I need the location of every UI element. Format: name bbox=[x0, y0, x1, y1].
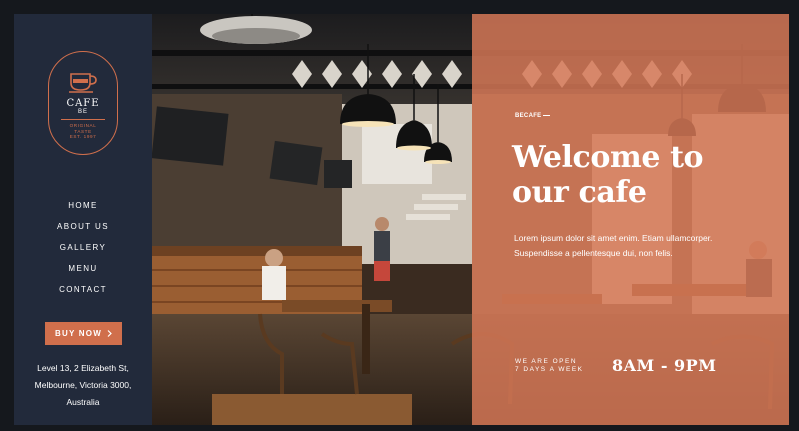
hero-headline-line-2: our cafe bbox=[512, 175, 647, 210]
hero-kicker: BECAFE bbox=[515, 113, 551, 119]
nav-item-about-us[interactable]: ABOUT US bbox=[14, 216, 152, 237]
opening-days-line-2: 7 DAYS A WEEK bbox=[515, 366, 584, 373]
address-line-3: Australia bbox=[66, 397, 100, 407]
hero-photo: BECAFE Welcome to our cafe Lorem ipsum d… bbox=[152, 14, 789, 425]
sidebar: CAFE BE ORIGINAL TASTE EST. 1997 HOME AB… bbox=[14, 14, 152, 425]
opening-days-line-1: WE ARE OPEN bbox=[515, 358, 578, 365]
hero-body: Lorem ipsum dolor sit amet enim. Etiam u… bbox=[514, 233, 713, 258]
hero-headline: Welcome to our cafe bbox=[512, 140, 722, 210]
address: Level 13, 2 Elizabeth St, Melbourne, Vic… bbox=[14, 360, 152, 411]
main-nav: HOME ABOUT US GALLERY MENU CONTACT bbox=[14, 195, 152, 300]
logo-name: CAFE bbox=[66, 98, 100, 109]
logo-tagline: ORIGINAL TASTE EST. 1997 bbox=[49, 123, 117, 140]
opening-hours: 8AM - 9PM bbox=[612, 356, 717, 375]
address-line-2: Melbourne, Victoria 3000, bbox=[34, 380, 132, 390]
site-frame: CAFE BE ORIGINAL TASTE EST. 1997 HOME AB… bbox=[14, 14, 789, 425]
opening-days: WE ARE OPEN 7 DAYS A WEEK bbox=[515, 358, 584, 374]
kicker-dash bbox=[543, 114, 551, 116]
nav-item-gallery[interactable]: GALLERY bbox=[14, 237, 152, 258]
buy-now-label: BUY NOW bbox=[55, 329, 102, 338]
logo-divider bbox=[61, 119, 105, 120]
hero-kicker-text: BECAFE bbox=[515, 113, 542, 119]
nav-item-menu[interactable]: MENU bbox=[14, 258, 152, 279]
logo-tagline-3: EST. 1997 bbox=[69, 134, 97, 139]
chevron-right-icon bbox=[107, 330, 112, 337]
cafe-logo[interactable]: CAFE BE ORIGINAL TASTE EST. 1997 bbox=[48, 51, 118, 155]
nav-item-contact[interactable]: CONTACT bbox=[14, 279, 152, 300]
address-line-1: Level 13, 2 Elizabeth St, bbox=[37, 363, 129, 373]
buy-now-button[interactable]: BUY NOW bbox=[45, 322, 122, 345]
coffee-cup-icon bbox=[69, 73, 97, 93]
logo-sub: BE bbox=[77, 109, 88, 115]
hero-headline-line-1: Welcome to bbox=[512, 140, 704, 175]
nav-item-home[interactable]: HOME bbox=[14, 195, 152, 216]
